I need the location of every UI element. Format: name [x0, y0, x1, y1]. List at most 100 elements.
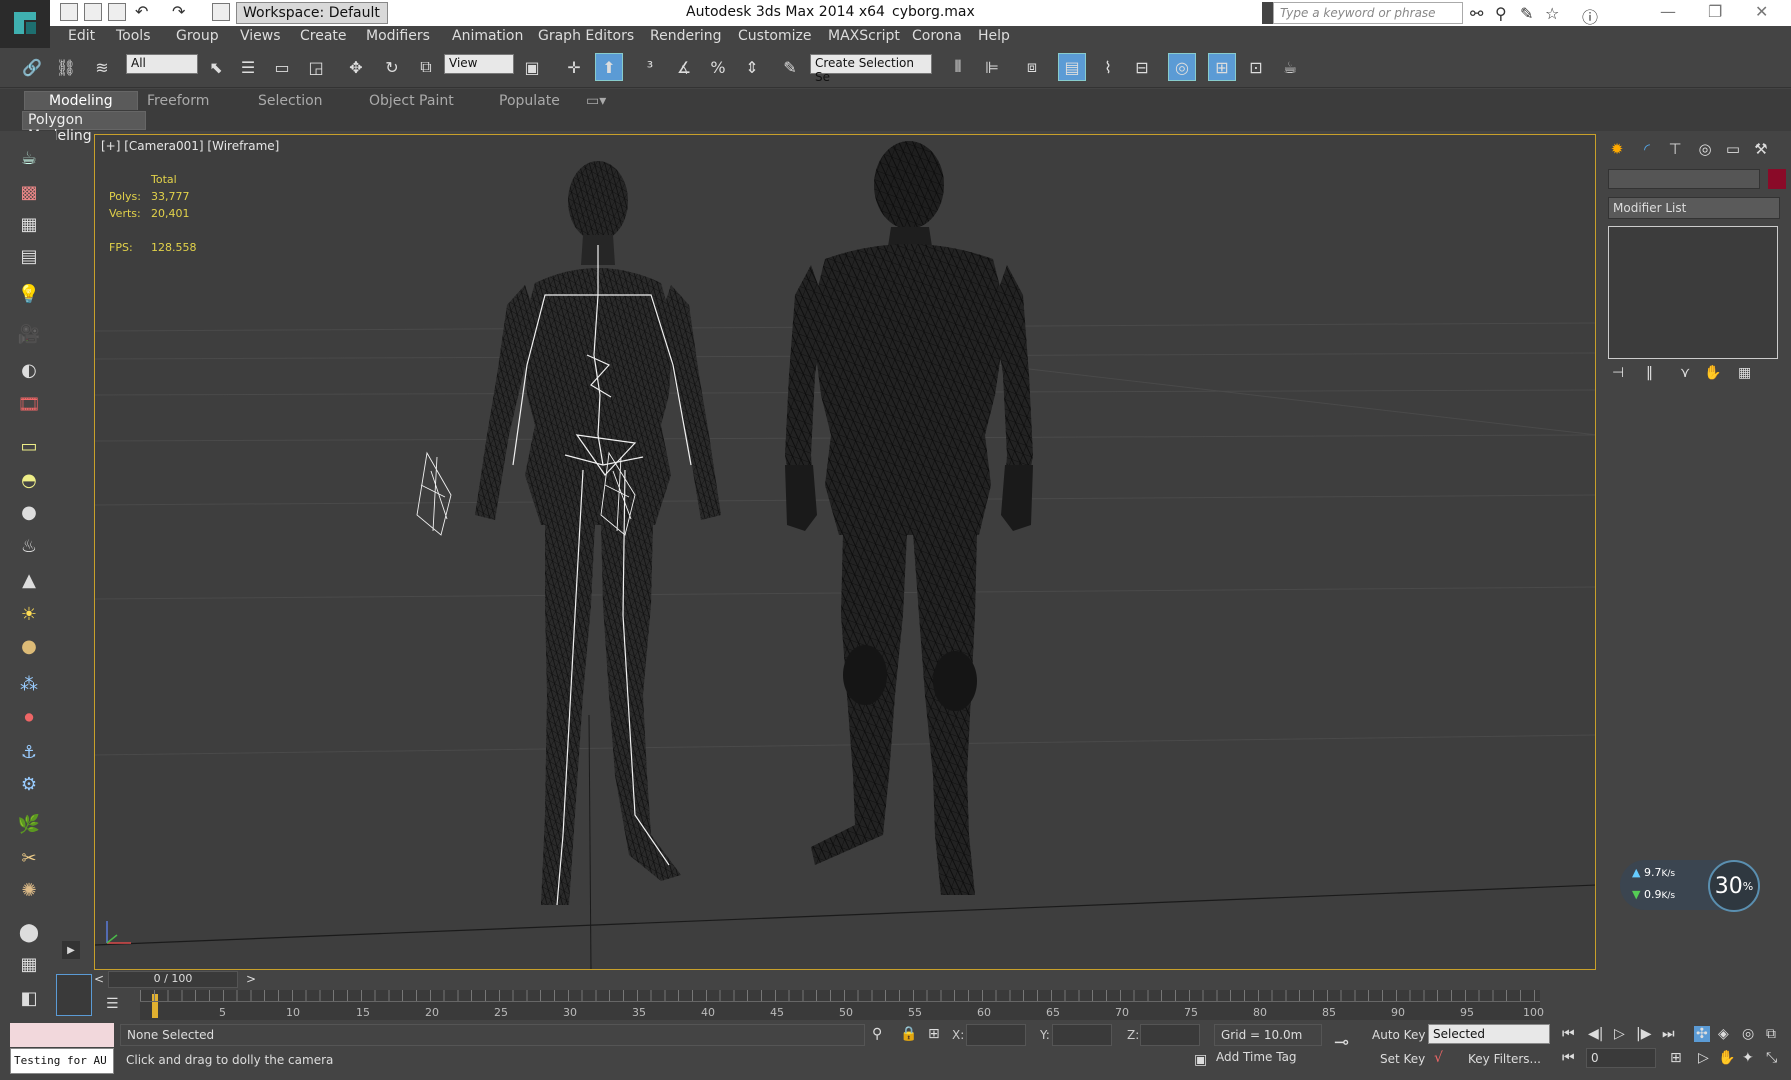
menu-modifiers[interactable]: Modifiers: [366, 28, 430, 44]
next-key-icon[interactable]: |▶: [1636, 1026, 1651, 1042]
goto-end-icon[interactable]: ⏭: [1662, 1026, 1675, 1042]
schematic-view-icon[interactable]: ⊟: [1128, 53, 1156, 81]
field-of-view-icon[interactable]: ⤡: [1766, 1050, 1777, 1066]
pivot-center-icon[interactable]: ▣: [518, 53, 546, 81]
space-warp-icon[interactable]: ⚓: [16, 739, 42, 765]
save-file-icon[interactable]: [108, 3, 126, 21]
key-mode-toggle-icon[interactable]: ⏮: [1562, 1050, 1575, 1066]
window-crossing-icon[interactable]: ◲: [302, 53, 330, 81]
configure-modifier-sets-icon[interactable]: ▦: [1738, 365, 1751, 381]
ribbon-options-icon[interactable]: ▭▾: [586, 93, 606, 109]
table-icon[interactable]: ▤: [16, 243, 42, 269]
sphere-icon[interactable]: ●: [16, 499, 42, 525]
camera-viewport[interactable]: [+] [Camera001] [Wireframe] Total Polys:…: [94, 134, 1596, 970]
spinner-snap-icon[interactable]: ⇕: [738, 53, 766, 81]
box-icon[interactable]: ▩: [16, 179, 42, 205]
communication-icon[interactable]: ✎: [1520, 4, 1533, 23]
dynamics-icon[interactable]: ⚫: [16, 705, 42, 731]
reference-coordinate-dropdown[interactable]: View: [444, 54, 514, 74]
orbit-icon[interactable]: ◎: [1742, 1026, 1754, 1042]
female-cyborg-mesh[interactable]: [416, 161, 721, 906]
maxscript-mini-listener[interactable]: Testing for AU: [10, 1048, 114, 1074]
next-frame-arrow[interactable]: >: [246, 972, 256, 986]
track-bar-icon[interactable]: ☰: [106, 996, 119, 1012]
key-mode-icon[interactable]: √: [1434, 1050, 1443, 1066]
mini-curve-editor-toggle[interactable]: [56, 974, 92, 1016]
expand-bar-icon[interactable]: ▶: [62, 941, 80, 959]
redo-icon[interactable]: ↷: [172, 2, 185, 21]
remove-modifier-icon[interactable]: ✋: [1704, 365, 1721, 381]
grid-icon[interactable]: ▦: [16, 211, 42, 237]
menu-create[interactable]: Create: [300, 28, 347, 44]
app-menu-button[interactable]: [0, 0, 50, 48]
named-selection-sets-dropdown[interactable]: Create Selection Se: [810, 54, 932, 84]
percent-snap-icon[interactable]: %: [704, 53, 732, 81]
select-object-icon[interactable]: ⬉: [202, 53, 230, 81]
close-icon[interactable]: ✕: [1755, 2, 1768, 21]
unlink-icon[interactable]: ⛓: [52, 53, 80, 81]
auto-key-button[interactable]: Auto Key: [1372, 1028, 1425, 1042]
utility-icon[interactable]: ◧: [16, 985, 42, 1011]
curve-editor-icon[interactable]: ⌇: [1094, 53, 1122, 81]
star-icon[interactable]: ☆: [1545, 4, 1559, 23]
menu-group[interactable]: Group: [176, 28, 219, 44]
plane-icon[interactable]: ▭: [16, 433, 42, 459]
key-selection-dropdown[interactable]: Selected: [1428, 1024, 1550, 1044]
tab-freeform[interactable]: Freeform: [147, 93, 209, 109]
menu-graph-editors[interactable]: Graph Editors: [538, 28, 634, 44]
modifier-stack[interactable]: [1608, 226, 1778, 359]
set-key-icon[interactable]: ⊸: [1334, 1032, 1349, 1053]
teapot-primitive-icon[interactable]: ♨: [16, 533, 42, 559]
menu-help[interactable]: Help: [978, 28, 1010, 44]
particles-icon[interactable]: ⁂: [16, 671, 42, 697]
tab-modeling[interactable]: Modeling: [24, 91, 138, 110]
prev-key-icon[interactable]: ◀|: [1588, 1026, 1603, 1042]
film-icon[interactable]: 🎞: [16, 391, 42, 417]
menu-maxscript[interactable]: MAXScript: [828, 28, 900, 44]
selection-lock-icon[interactable]: 🔒: [900, 1026, 917, 1042]
link-icon[interactable]: 🔗: [18, 53, 46, 81]
menu-rendering[interactable]: Rendering: [650, 28, 722, 44]
search-input[interactable]: Type a keyword or phrase: [1273, 2, 1463, 24]
pan-icon[interactable]: ✋: [1718, 1050, 1735, 1066]
key-icon[interactable]: ⚲: [1495, 4, 1507, 23]
play-options-icon[interactable]: ▷: [1698, 1050, 1709, 1066]
select-manipulate-icon[interactable]: ✛: [560, 53, 588, 81]
foliage-icon[interactable]: 🌿: [16, 811, 42, 837]
rect-selection-icon[interactable]: ▭: [268, 53, 296, 81]
minimize-icon[interactable]: —: [1660, 2, 1676, 21]
sun-icon[interactable]: ☀: [16, 601, 42, 627]
dolly-icon[interactable]: ◐: [16, 357, 42, 383]
bind-space-warp-icon[interactable]: ≋: [88, 53, 116, 81]
time-tag-icon[interactable]: ▣: [1194, 1052, 1207, 1068]
zoom-extents-all-icon[interactable]: ✣: [1694, 1026, 1710, 1042]
display-tab-icon[interactable]: ▭: [1720, 137, 1746, 161]
show-end-result-icon[interactable]: ‖: [1646, 365, 1653, 381]
modify-tab-icon[interactable]: ◜: [1634, 137, 1660, 161]
time-config-icon[interactable]: ⊞: [1670, 1050, 1682, 1066]
object-name-field[interactable]: [1608, 169, 1760, 189]
track-bar[interactable]: 5 10 15 20 25 30 35 40 45 50 55 60 65 70…: [140, 990, 1544, 1020]
utilities-tab-icon[interactable]: ⚒: [1748, 137, 1774, 161]
scale-icon[interactable]: ⧉: [412, 53, 440, 81]
menu-customize[interactable]: Customize: [738, 28, 812, 44]
help-icon[interactable]: ⓘ: [1582, 4, 1598, 28]
modifier-list-dropdown[interactable]: Modifier List: [1608, 197, 1780, 219]
restore-icon[interactable]: ❐: [1708, 2, 1722, 21]
light-icon[interactable]: 💡: [16, 281, 42, 307]
scene-explorer-icon[interactable]: ▤: [1058, 53, 1086, 81]
prev-frame-arrow[interactable]: <: [94, 972, 104, 986]
mirror-icon[interactable]: ⫴: [944, 53, 972, 81]
zoom-icon[interactable]: ◈: [1718, 1026, 1729, 1042]
current-frame-field[interactable]: 0: [1586, 1048, 1656, 1068]
teapot-icon[interactable]: ☕: [16, 145, 42, 171]
align-icon[interactable]: ⊫: [978, 53, 1006, 81]
maximize-viewport-icon[interactable]: ⧉: [1766, 1026, 1776, 1042]
create-tab-icon[interactable]: ✹: [1604, 137, 1630, 161]
render-setup-icon[interactable]: ⊞: [1208, 53, 1236, 81]
edit-named-selection-icon[interactable]: ✎: [776, 53, 804, 81]
search-expand-button[interactable]: [1262, 2, 1273, 24]
maxscript-listener-pink[interactable]: [10, 1023, 114, 1047]
rendered-frame-window-icon[interactable]: ⊡: [1242, 53, 1270, 81]
menu-views[interactable]: Views: [240, 28, 281, 44]
